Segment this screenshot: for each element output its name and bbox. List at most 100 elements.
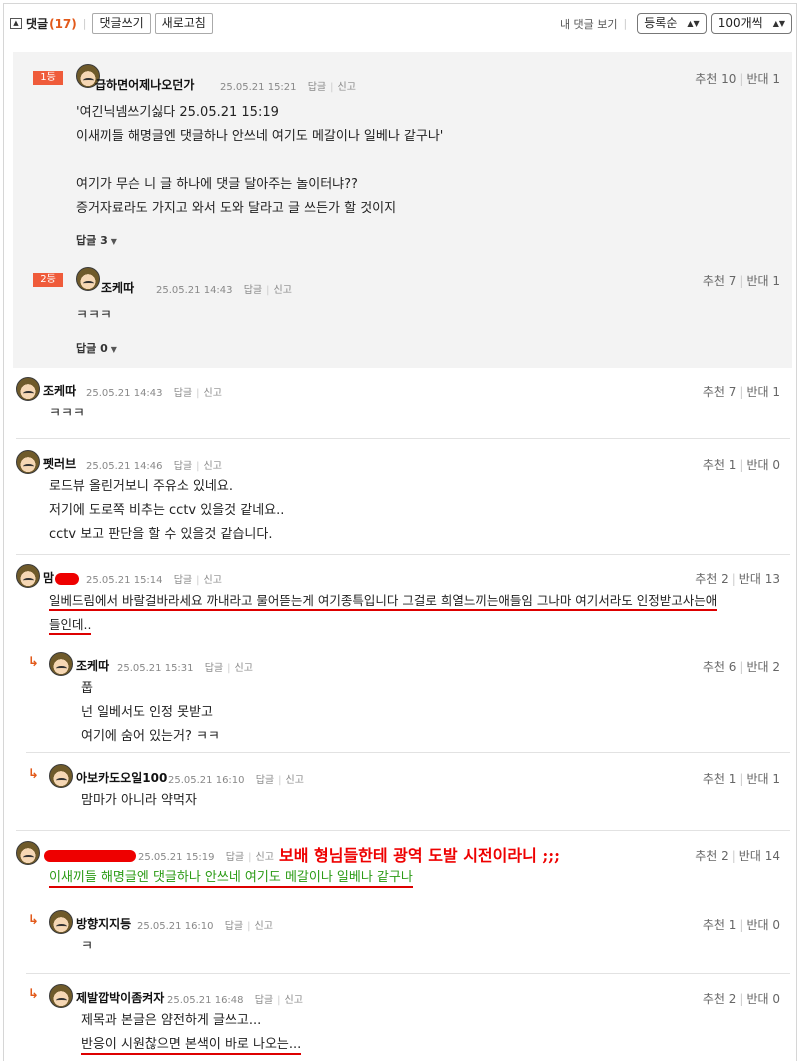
per-page-select[interactable]: 100개씩 ▲▼ — [710, 13, 792, 34]
down-label[interactable]: 반대 — [746, 274, 768, 288]
report-link[interactable]: 신고 — [204, 461, 222, 472]
avatar[interactable] — [16, 377, 40, 401]
up-label[interactable]: 추천 — [703, 992, 725, 1006]
write-comment-button[interactable]: 댓글쓰기 — [92, 13, 151, 34]
up-count: 1 — [728, 772, 737, 786]
reply-link[interactable]: 답글 — [205, 663, 223, 674]
comment-meta: 25.05.21 16:10 답글 | 신고 — [168, 771, 304, 786]
down-count: 13 — [764, 572, 780, 586]
reply-link[interactable]: 답글 — [174, 388, 192, 399]
up-label[interactable]: 추천 — [703, 385, 725, 399]
comment-panel: ▲ 댓글 (17) | 댓글쓰기 새로고침 내 댓글 보기 | 등록순 ▲▼ 10… — [3, 3, 797, 1061]
reply-toggle[interactable]: 답글 3 ▼ — [76, 232, 117, 248]
report-link[interactable]: 신고 — [255, 921, 273, 932]
nickname[interactable]: 조케따 — [76, 657, 109, 674]
avatar[interactable] — [49, 910, 73, 934]
up-label[interactable]: 추천 — [695, 572, 717, 586]
reply-link[interactable]: 답글 — [174, 461, 192, 472]
reply-link[interactable]: 답글 — [255, 995, 273, 1006]
best-comments: 1등 급하면어제나오던가 25.05.21 15:21 답글 | 신고 추천 10 |… — [13, 52, 792, 368]
best-comment: 2등 조케따 25.05.21 14:43 답글 | 신고 추천 7 | 반대 1 ㅋㅋ… — [13, 252, 792, 368]
comment-line: 증거자료라도 가지고 와서 도와 달라고 글 쓰든가 할 것이지 — [76, 201, 397, 216]
report-link[interactable]: 신고 — [204, 388, 222, 399]
my-comments-link[interactable]: 내 댓글 보기 — [560, 16, 618, 32]
divider: | — [227, 663, 231, 674]
vote-counts: 추천 2 | 반대 13 — [695, 570, 780, 587]
down-count: 0 — [772, 992, 780, 1006]
up-label[interactable]: 추천 — [703, 918, 725, 932]
up-label[interactable]: 추천 — [703, 660, 725, 674]
comment-divider — [26, 973, 790, 974]
vote-counts: 추천 7 | 반대 1 — [703, 272, 780, 289]
up-label[interactable]: 추천 — [703, 274, 725, 288]
down-label[interactable]: 반대 — [746, 660, 768, 674]
reply-link[interactable]: 답글 — [174, 575, 192, 586]
reply-toggle[interactable]: 답글 0 ▼ — [76, 340, 117, 356]
nickname[interactable]: 조케따 — [101, 279, 134, 296]
refresh-button[interactable]: 새로고침 — [154, 13, 213, 34]
divider: | — [731, 572, 736, 586]
comment-line: 저기에 도로쪽 비추는 cctv 있을것 같네요.. — [49, 503, 285, 518]
down-label[interactable]: 반대 — [739, 572, 761, 586]
comment-toolbar: ▲ 댓글 (17) | 댓글쓰기 새로고침 내 댓글 보기 | 등록순 ▲▼ 10… — [10, 10, 792, 36]
down-label[interactable]: 반대 — [746, 385, 768, 399]
best-comment: 1등 급하면어제나오던가 25.05.21 15:21 답글 | 신고 추천 10 |… — [13, 52, 792, 252]
avatar[interactable] — [49, 652, 73, 676]
report-link[interactable]: 신고 — [256, 852, 274, 863]
avatar[interactable] — [16, 841, 40, 865]
down-label[interactable]: 반대 — [746, 772, 768, 786]
report-link[interactable]: 신고 — [338, 82, 356, 93]
nickname[interactable]: 펫러브 — [43, 455, 76, 472]
down-label[interactable]: 반대 — [746, 992, 768, 1006]
up-label[interactable]: 추천 — [703, 772, 725, 786]
avatar[interactable] — [49, 764, 73, 788]
collapse-icon[interactable]: ▲ — [10, 18, 22, 29]
comment-meta: 25.05.21 14:43 답글 | 신고 — [156, 281, 292, 296]
reply-link[interactable]: 답글 — [225, 921, 243, 932]
reply-item: ↳ 조케따 25.05.21 15:31 답글 | 신고 추천 6 | 반대 2 풉 넌… — [16, 649, 792, 744]
up-label[interactable]: 추천 — [695, 849, 717, 863]
nickname[interactable]: 급하면어제나오던가 — [95, 76, 194, 93]
nickname[interactable] — [44, 848, 136, 862]
quoted-text: 이새끼들 해명글엔 댓글하나 안쓰네 여기도 메갈이나 일베나 같구나 — [49, 870, 413, 888]
down-count: 0 — [772, 458, 780, 472]
avatar[interactable] — [16, 564, 40, 588]
nickname[interactable]: 아보카도오일100 — [76, 769, 167, 786]
down-label[interactable]: 반대 — [746, 918, 768, 932]
nickname[interactable]: 제발깝박이좀켜자 — [76, 989, 164, 1006]
reply-link[interactable]: 답글 — [226, 852, 244, 863]
vote-counts: 추천 1 | 반대 0 — [703, 916, 780, 933]
comment-meta: 25.05.21 16:48 답글 | 신고 — [167, 991, 303, 1006]
up-label[interactable]: 추천 — [695, 72, 717, 86]
nickname[interactable]: 조케따 — [43, 382, 76, 399]
divider: | — [739, 72, 744, 86]
up-label[interactable]: 추천 — [703, 458, 725, 472]
comment-line: 일베드림에서 바랄걸바라세요 까내라고 물어뜯는게 여기종특입니다 그걸로 희열… — [49, 589, 718, 613]
down-label[interactable]: 반대 — [746, 72, 768, 86]
reply-link[interactable]: 답글 — [256, 775, 274, 786]
up-count: 10 — [721, 72, 737, 86]
down-label[interactable]: 반대 — [746, 458, 768, 472]
report-link[interactable]: 신고 — [286, 775, 304, 786]
down-count: 1 — [772, 385, 780, 399]
nickname[interactable]: 방향지지등 — [76, 915, 131, 932]
report-link[interactable]: 신고 — [274, 285, 292, 296]
avatar[interactable] — [49, 984, 73, 1008]
up-count: 7 — [728, 385, 737, 399]
report-link[interactable]: 신고 — [285, 995, 303, 1006]
comment-body: ㅋㅋㅋ — [49, 402, 85, 426]
reply-link[interactable]: 답글 — [244, 285, 262, 296]
reply-arrow-icon: ↳ — [28, 987, 39, 1002]
report-link[interactable]: 신고 — [235, 663, 253, 674]
comment-line — [76, 149, 443, 173]
comment-body: 로드뷰 올린거보니 주유소 있네요. 저기에 도로쪽 비추는 cctv 있을것 … — [49, 475, 284, 547]
avatar[interactable] — [16, 450, 40, 474]
avatar[interactable] — [76, 267, 100, 291]
down-label[interactable]: 반대 — [739, 849, 761, 863]
reply-link[interactable]: 답글 — [308, 82, 326, 93]
nickname[interactable]: 맘 — [43, 569, 80, 586]
report-link[interactable]: 신고 — [204, 575, 222, 586]
sort-select[interactable]: 등록순 ▲▼ — [637, 13, 707, 34]
comment-divider — [16, 438, 790, 439]
comment-meta: 25.05.21 14:43 답글 | 신고 — [86, 384, 222, 399]
